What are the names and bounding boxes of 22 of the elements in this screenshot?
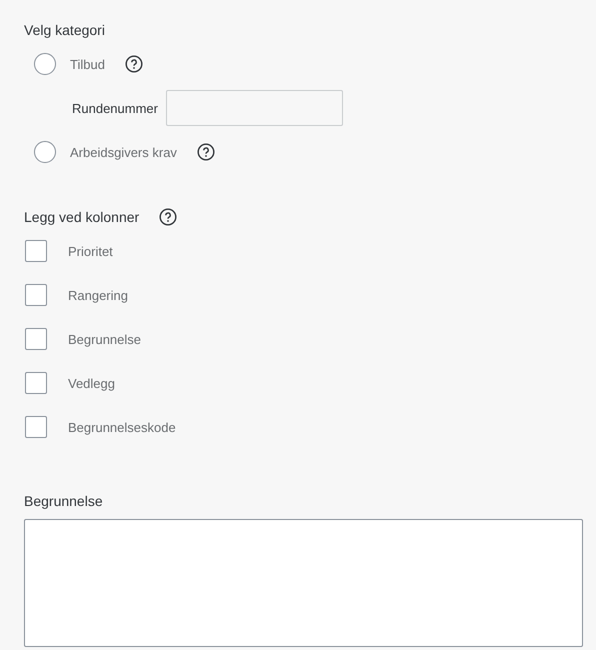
input-field[interactable] bbox=[166, 90, 343, 126]
checkbox[interactable] bbox=[25, 240, 47, 262]
checkbox[interactable] bbox=[25, 284, 47, 306]
checkbox-label: Prioritet bbox=[68, 244, 113, 258]
radio-button[interactable] bbox=[34, 53, 56, 75]
radio-button[interactable] bbox=[34, 141, 56, 163]
checkbox-label: Vedlegg bbox=[68, 376, 115, 390]
checkbox[interactable] bbox=[25, 416, 47, 438]
section-title: Velg kategori bbox=[24, 21, 106, 40]
checkbox-label: Rangering bbox=[68, 288, 128, 302]
help-icon[interactable] bbox=[196, 143, 215, 161]
checkbox[interactable] bbox=[25, 372, 47, 394]
checkbox-label: Begrunnelse bbox=[68, 332, 141, 346]
field-label: Begrunnelse bbox=[24, 492, 104, 511]
section-title: Legg ved kolonner bbox=[24, 208, 140, 227]
field-label: Rundenummer bbox=[72, 100, 158, 116]
checkbox-label: Begrunnelseskode bbox=[68, 420, 176, 434]
help-icon[interactable] bbox=[124, 55, 143, 73]
radio-label: Arbeidsgivers krav bbox=[70, 144, 177, 160]
radio-label: Tilbud bbox=[70, 56, 105, 72]
help-icon[interactable] bbox=[159, 208, 178, 226]
checkbox[interactable] bbox=[25, 328, 47, 350]
